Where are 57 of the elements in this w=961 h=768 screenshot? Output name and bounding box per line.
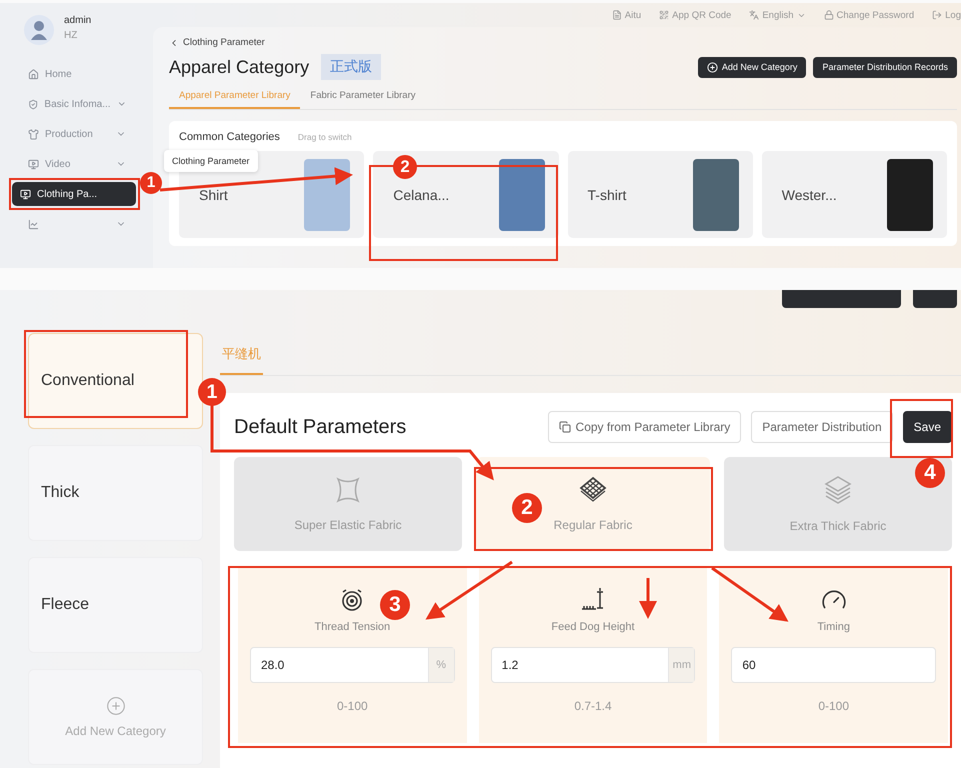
parameter-input[interactable]: 1.2 [492, 648, 668, 682]
section-title: Common Categories [179, 131, 280, 143]
back-link[interactable]: Clothing Parameter [169, 37, 957, 48]
plus-circle-icon [706, 62, 718, 72]
category-card[interactable]: Wester... [762, 151, 947, 238]
annotation-arrow [639, 578, 657, 619]
tooltip: Clothing Parameter [164, 150, 258, 172]
panel-title: Default Parameters [234, 416, 406, 438]
category-card[interactable]: T-shirt [568, 151, 753, 238]
distribution-records-button[interactable]: Parameter Distribution Records [813, 56, 957, 78]
unit-label: % [428, 648, 454, 682]
parameter-label: Thread Tension [314, 621, 390, 633]
category-option[interactable]: Fleece [28, 557, 203, 653]
save-button[interactable]: Save [902, 411, 952, 443]
parameter-range: 0.7-1.4 [574, 699, 612, 713]
qr-code-icon [659, 10, 670, 20]
lock-icon [824, 10, 834, 20]
parameter-field[interactable]: 1.2 mm [490, 647, 696, 683]
shield-icon [28, 98, 38, 110]
document-icon [612, 10, 622, 20]
parameter-range: 0-100 [336, 699, 368, 713]
shirt-icon [28, 128, 39, 140]
chart-icon [28, 218, 39, 230]
user-org: HZ [64, 30, 78, 41]
page-title: Apparel Category [169, 56, 310, 78]
fabric-grid-icon [579, 476, 607, 504]
parameter-label: Timing [817, 621, 850, 633]
home-icon [28, 68, 39, 80]
library-tab[interactable]: Fabric Parameter Library [300, 86, 426, 109]
parameter-input[interactable]: 60 [732, 648, 935, 682]
drag-hint: Drag to switch [298, 132, 352, 142]
category-option[interactable]: Conventional [28, 333, 203, 429]
outline-button[interactable]: Parameter Distribution [751, 411, 893, 443]
version-badge: 正式版 [321, 54, 382, 80]
video-icon [28, 158, 39, 170]
cut-off-button[interactable] [913, 290, 957, 308]
nav-item[interactable]: Basic Infoma... [10, 92, 134, 116]
logout-icon [932, 10, 942, 20]
add-category-button[interactable]: Add New Category [698, 56, 806, 78]
parameter-label: Feed Dog Height [551, 621, 635, 633]
person-silhouette-icon [30, 20, 48, 40]
parameter-range: 0-100 [818, 699, 850, 713]
plus-circle-icon [106, 696, 126, 716]
parameter-field[interactable]: 28.0 % [250, 647, 455, 683]
height-gauge-icon [580, 587, 606, 613]
cut-off-button[interactable] [782, 290, 901, 308]
nav-item[interactable]: Clothing Pa... [12, 182, 136, 206]
outline-button[interactable]: Copy from Parameter Library [548, 411, 742, 443]
language-icon [749, 10, 760, 20]
user-name: admin [64, 15, 92, 26]
category-option[interactable]: Thick [28, 445, 203, 541]
copy-icon [558, 421, 571, 433]
unit-label: mm [668, 648, 694, 682]
monitor-icon [20, 188, 31, 200]
highlight-frame [890, 399, 953, 458]
parameter-input[interactable]: 28.0 [251, 648, 428, 682]
fabric-stack-icon [824, 475, 852, 505]
